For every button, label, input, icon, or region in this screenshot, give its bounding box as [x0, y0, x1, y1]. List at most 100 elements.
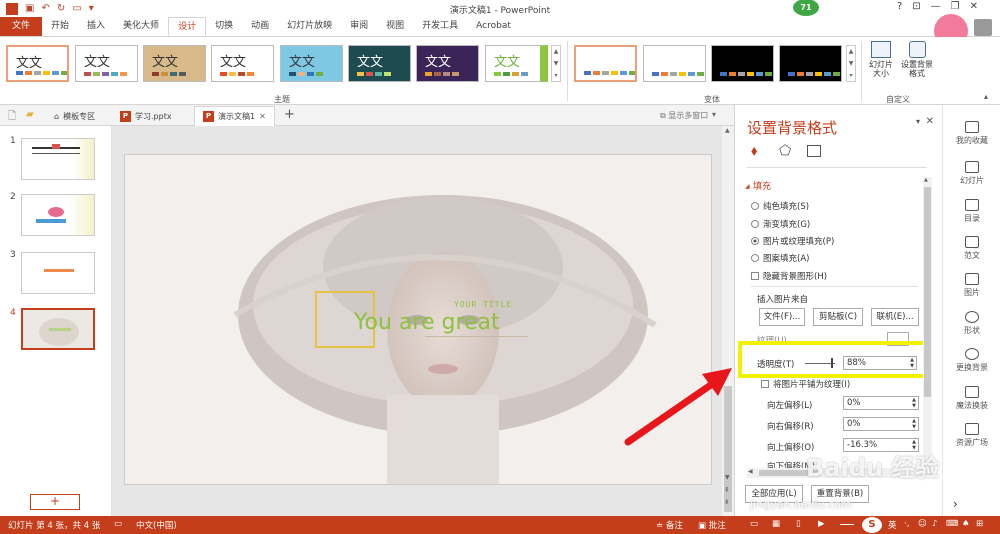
tab-home[interactable]: 开始: [42, 17, 78, 36]
variant-4[interactable]: [779, 45, 842, 82]
ime-voice-icon[interactable]: ♪: [932, 519, 937, 529]
tab-beautify[interactable]: 美化大师: [114, 17, 168, 36]
pane-divider: [751, 286, 918, 287]
radio-picture-fill[interactable]: 图片或纹理填充(P): [751, 235, 834, 247]
ime-skin-icon[interactable]: ♠: [962, 519, 970, 529]
sidebar-item-resources[interactable]: 资源广场: [943, 423, 1000, 448]
tab-design[interactable]: 设计: [168, 17, 207, 36]
right-offset-input[interactable]: 0% ▲ ▼: [843, 417, 919, 431]
tab-transitions[interactable]: 切换: [206, 17, 242, 36]
radio-gradient-fill[interactable]: 渐变填充(G): [751, 218, 810, 230]
tab-review[interactable]: 审阅: [341, 17, 377, 36]
ime-punctuation-icon[interactable]: ·,: [904, 519, 909, 529]
close-pane-icon[interactable]: ✕: [926, 116, 934, 127]
variants-scroll[interactable]: ▲ ▼ ▾: [846, 45, 856, 82]
transparency-input[interactable]: 88% ▲ ▼: [843, 356, 917, 370]
ime-mode[interactable]: 英: [888, 519, 897, 531]
tab-view[interactable]: 视图: [377, 17, 413, 36]
canvas-scrollbar[interactable]: ▲ ▼ ⇞ ⇟: [722, 126, 734, 516]
ime-emoji-icon[interactable]: ☺: [918, 519, 927, 529]
tab-acrobat[interactable]: Acrobat: [467, 17, 520, 36]
sidebar-item-pictures[interactable]: 图片: [943, 273, 1000, 298]
transparency-slider-thumb[interactable]: [831, 358, 833, 368]
sidebar-item-samples[interactable]: 范文: [943, 236, 1000, 261]
restore-icon[interactable]: ❐: [951, 1, 960, 12]
left-offset-input[interactable]: 0% ▲ ▼: [843, 396, 919, 410]
slide-sorter-icon[interactable]: ▦: [772, 519, 780, 529]
tab-insert[interactable]: 插入: [78, 17, 114, 36]
sidebar-item-favorites[interactable]: 我的收藏: [943, 121, 1000, 146]
theme-2[interactable]: 文文: [75, 45, 138, 82]
slide-thumb-3[interactable]: [21, 252, 95, 294]
theme-7[interactable]: 文文: [416, 45, 479, 82]
fill-tab-icon[interactable]: ⬧: [751, 143, 757, 159]
folder-icon[interactable]: ▰: [26, 109, 34, 120]
variant-3[interactable]: [711, 45, 774, 82]
zoom-slider[interactable]: [840, 524, 854, 525]
slide-subtitle[interactable]: YOUR TITLE: [454, 300, 512, 309]
theme-3[interactable]: 文文: [143, 45, 206, 82]
sidebar-expand-icon[interactable]: ›: [953, 497, 958, 511]
slideshow-view-icon[interactable]: ▶: [818, 519, 825, 529]
variant-1[interactable]: [574, 45, 637, 82]
slide-thumb-1[interactable]: [21, 138, 95, 180]
theme-8[interactable]: 文文: [485, 45, 548, 82]
pane-scrollbar[interactable]: ▲: [923, 177, 932, 477]
comments-button[interactable]: ▣ 批注: [698, 519, 726, 531]
sidebar-item-slides[interactable]: 幻灯片: [943, 161, 1000, 186]
file-button[interactable]: 文件(F)...: [759, 308, 805, 326]
add-slide-button[interactable]: +: [30, 494, 80, 510]
collapse-ribbon-icon[interactable]: ▴: [984, 92, 988, 101]
add-tab-icon[interactable]: +: [284, 107, 295, 122]
tab-slideshow[interactable]: 幻灯片放映: [278, 17, 341, 36]
new-doc-icon[interactable]: 🗋: [8, 109, 16, 126]
user-avatar[interactable]: [974, 19, 992, 36]
tab-developer[interactable]: 开发工具: [413, 17, 467, 36]
sidebar-item-change-bg[interactable]: 更换背景: [943, 348, 1000, 373]
theme-5[interactable]: 文文: [280, 45, 343, 82]
notes-button[interactable]: ≐ 备注: [656, 519, 683, 531]
ime-menu-icon[interactable]: ⊞: [976, 519, 983, 529]
doctab-more-icon[interactable]: ▾: [712, 110, 716, 119]
radio-pattern-fill[interactable]: 图案填充(A): [751, 252, 809, 264]
doctab-template[interactable]: ⌂ 模板专区: [46, 106, 103, 126]
format-background-button[interactable]: 设置背景格式: [898, 41, 936, 78]
theme-4[interactable]: 文文: [211, 45, 274, 82]
collapse-arrow-icon[interactable]: ◢: [745, 183, 750, 190]
tab-animations[interactable]: 动画: [242, 17, 278, 36]
hide-bg-graphics-checkbox[interactable]: 隐藏背景图形(H): [751, 270, 827, 282]
clipboard-button[interactable]: 剪贴板(C): [813, 308, 863, 326]
online-button[interactable]: 联机(E)...: [871, 308, 919, 326]
close-icon[interactable]: ✕: [970, 1, 978, 12]
picture-tab-icon[interactable]: [807, 145, 821, 157]
doctab-study[interactable]: P 学习.pptx: [112, 106, 180, 126]
close-tab-icon[interactable]: ✕: [259, 107, 266, 126]
tile-as-texture-checkbox[interactable]: 将图片平铺为纹理(I): [761, 378, 850, 390]
slide-thumb-2[interactable]: [21, 194, 95, 236]
normal-view-icon[interactable]: ▭: [750, 519, 758, 529]
effects-tab-icon[interactable]: ⬠: [779, 143, 791, 159]
sidebar-item-toc[interactable]: 目录: [943, 199, 1000, 224]
sidebar-item-magic[interactable]: 魔法换装: [943, 386, 1000, 411]
slide-size-button[interactable]: 幻灯片大小: [866, 41, 896, 78]
theme-office[interactable]: 文文: [6, 45, 69, 82]
sogou-ime-icon[interactable]: S: [862, 517, 882, 533]
tab-file[interactable]: 文件: [0, 17, 43, 36]
ribbon-options-icon[interactable]: ⊡: [912, 1, 920, 12]
show-multi-window[interactable]: ⧉ 显示多窗口: [660, 110, 708, 121]
radio-solid-fill[interactable]: 纯色填充(S): [751, 200, 809, 212]
slide-title[interactable]: You are great: [354, 310, 500, 335]
theme-6[interactable]: 文文: [348, 45, 411, 82]
spellcheck-icon[interactable]: ▭: [114, 519, 122, 529]
help-icon[interactable]: ?: [897, 1, 902, 12]
variant-2[interactable]: [643, 45, 706, 82]
doctab-presentation1[interactable]: P 演示文稿1 ✕: [194, 106, 275, 126]
pane-options-icon[interactable]: ▾: [916, 117, 920, 126]
ime-keyboard-icon[interactable]: ⌨: [946, 519, 958, 529]
reading-view-icon[interactable]: ▯: [796, 519, 801, 529]
themes-scroll[interactable]: ▲ ▼ ▾: [551, 45, 561, 82]
language[interactable]: 中文(中国): [136, 519, 177, 531]
minimize-icon[interactable]: —: [931, 1, 941, 12]
slide-thumb-4[interactable]: [21, 308, 95, 350]
sidebar-item-shapes[interactable]: 形状: [943, 311, 1000, 336]
